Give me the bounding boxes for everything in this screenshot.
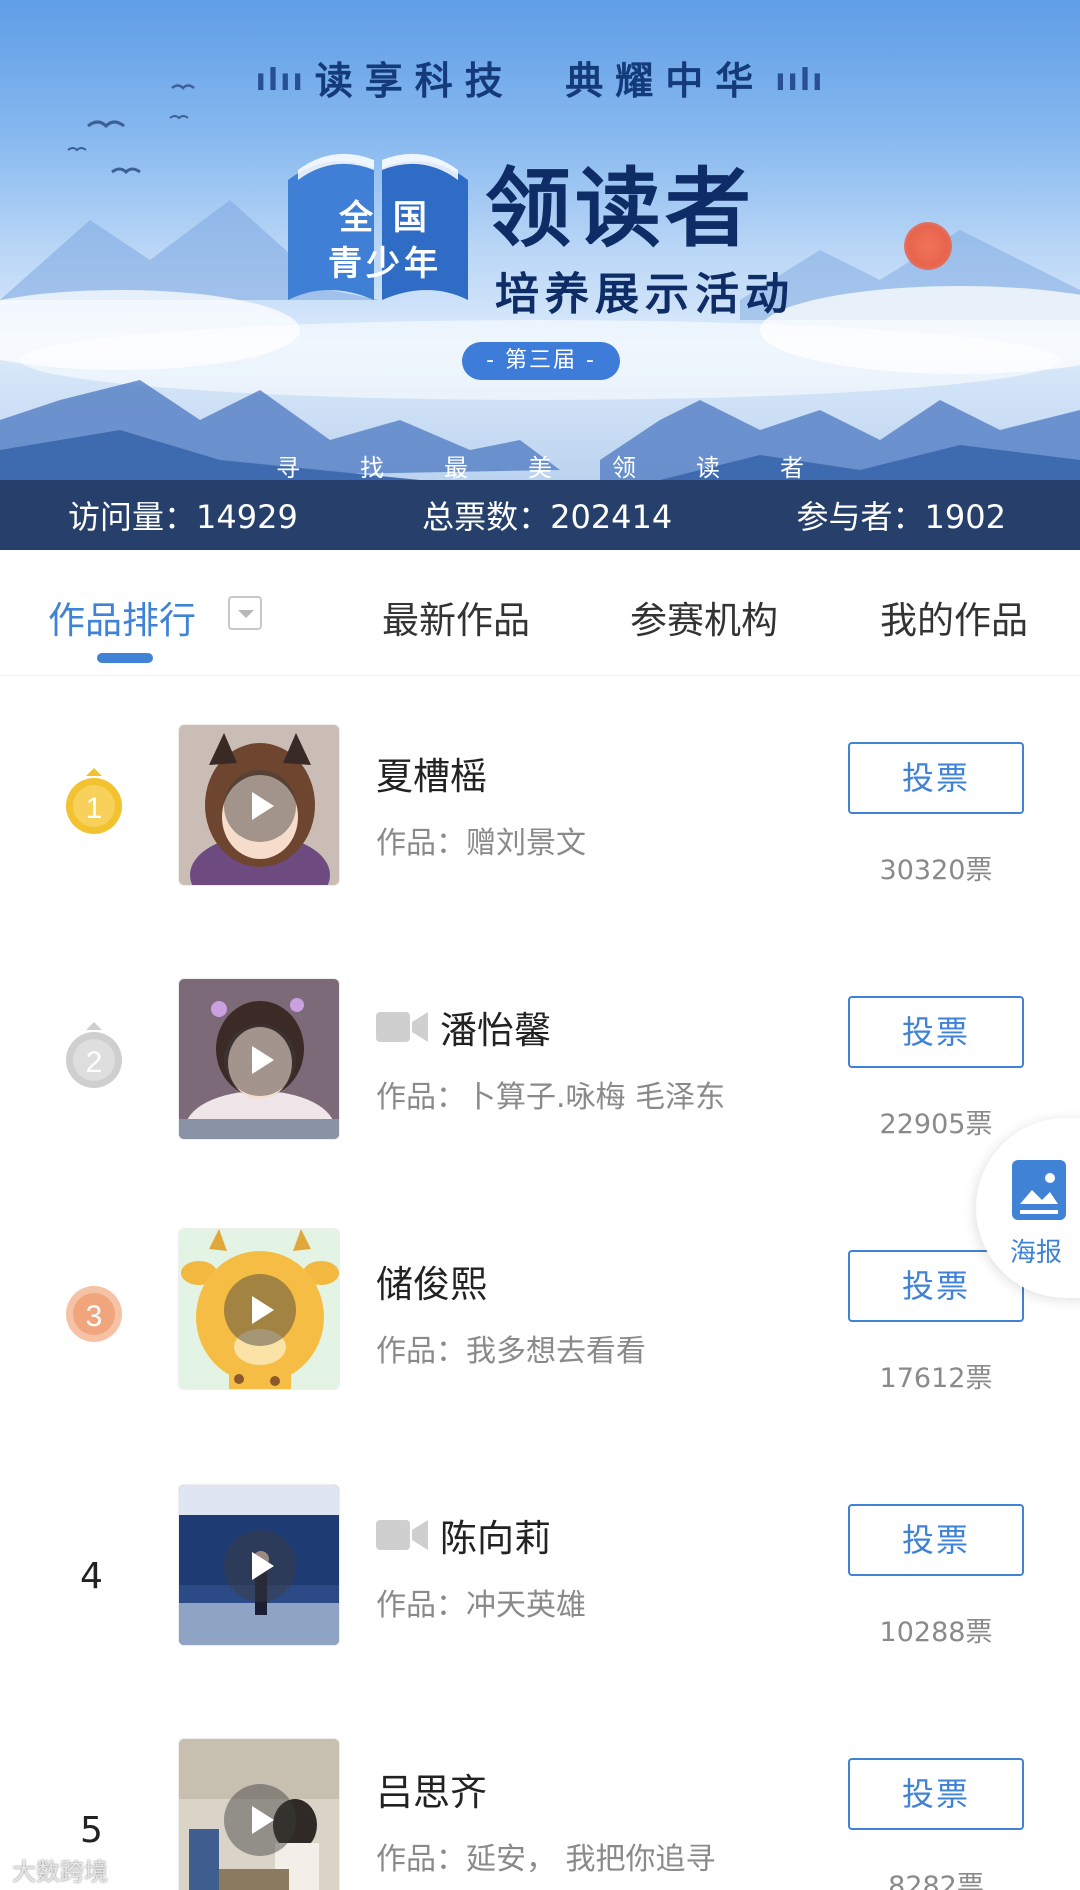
stats-bar: 访问量：14929 总票数：202414 参与者：1902 (0, 480, 1080, 550)
list-item[interactable]: 2 潘怡馨 作品：卜算子.咏梅 毛泽东 投票 22905票 (0, 930, 1080, 1184)
entry-name-text: 储俊熙 (376, 1263, 487, 1306)
entry-work-title: 作品：冲天英雄 (376, 1588, 586, 1623)
vote-button[interactable]: 投票 (848, 742, 1024, 814)
rank-number: 4 (80, 1556, 103, 1597)
sound-wave-icon: ıılı (775, 63, 825, 98)
vote-count: 8282票 (888, 1871, 984, 1890)
book-line-2: 青少年 (328, 244, 442, 284)
chevron-down-icon[interactable] (228, 596, 262, 630)
motto-char: 寻 (276, 454, 300, 480)
sun-decoration (904, 222, 952, 270)
entry-work-title: 作品：赠刘景文 (376, 826, 586, 861)
banner-subtitle: 培养展示活动 (495, 269, 795, 320)
play-icon[interactable] (224, 1784, 296, 1856)
entry-thumbnail[interactable] (178, 1738, 340, 1890)
motto-char: 者 (780, 454, 804, 480)
total-votes-count: 总票数：202414 (422, 498, 673, 536)
vote-count: 22905票 (879, 1109, 993, 1140)
tab-my-works[interactable]: 我的作品 (880, 590, 1028, 644)
participants-count: 参与者：1902 (796, 498, 1006, 536)
entry-name: 潘怡馨 (376, 1000, 551, 1054)
entry-name: 陈向莉 (376, 1508, 551, 1562)
play-icon[interactable] (224, 1024, 296, 1096)
slogan-right: 典耀中华 (565, 59, 766, 103)
slogan-left: 读享科技 (314, 59, 515, 103)
bronze-medal-icon: 3 (66, 1286, 122, 1342)
motto-char: 美 (528, 454, 552, 480)
video-camera-icon (376, 1520, 428, 1550)
entry-thumbnail[interactable] (178, 1228, 340, 1390)
motto-char: 读 (696, 454, 720, 480)
vote-count: 10288票 (879, 1617, 993, 1648)
banner-motto: 寻 找 最 美 领 读 者 (0, 448, 1080, 480)
watermark: 大数跨境 (12, 1858, 108, 1886)
tab-bar: 作品排行 最新作品 参赛机构 我的作品 (0, 550, 1080, 676)
entry-work-title: 作品：延安， 我把你追寻 (376, 1842, 716, 1877)
entry-work-title: 作品：卜算子.咏梅 毛泽东 (376, 1080, 726, 1115)
entry-thumbnail[interactable] (178, 1484, 340, 1646)
entry-name: 夏槽榣 (376, 746, 487, 800)
visits-count: 访问量：14929 (68, 498, 298, 536)
poster-image-icon (1012, 1160, 1066, 1220)
vote-count: 17612票 (879, 1363, 993, 1394)
rank-number: 2 (86, 1046, 103, 1079)
banner-title: 领读者 (485, 158, 755, 259)
tab-ranking[interactable]: 作品排行 (48, 590, 196, 644)
entry-thumbnail[interactable] (178, 724, 340, 886)
play-icon[interactable] (224, 1530, 296, 1602)
tab-active-indicator (97, 653, 153, 663)
edition-badge: - 第三届 - (462, 342, 620, 380)
rank-number: 1 (86, 792, 103, 825)
entry-name-text: 潘怡馨 (440, 1009, 551, 1052)
poster-label: 海报 (1010, 1238, 1063, 1268)
gold-medal-icon: 1 (66, 768, 122, 834)
entry-work-title: 作品：我多想去看看 (376, 1334, 646, 1369)
entry-name: 吕思齐 (376, 1762, 487, 1816)
vote-count: 30320票 (879, 855, 993, 886)
list-item[interactable]: 3 储俊熙 作品：我多想去看看 投票 17612票 (0, 1184, 1080, 1438)
list-item[interactable]: 1 夏槽榣 作品：赠刘景文 投票 30320票 (0, 676, 1080, 930)
play-icon[interactable] (224, 1274, 296, 1346)
motto-char: 最 (444, 454, 468, 480)
entry-name-text: 吕思齐 (376, 1771, 487, 1814)
book-line-1: 全 国 (339, 198, 431, 238)
motto-char: 找 (360, 454, 384, 480)
vote-button[interactable]: 投票 (848, 1758, 1024, 1830)
book-label: 全 国 青少年 (300, 195, 470, 287)
entry-thumbnail[interactable] (178, 978, 340, 1140)
vote-button[interactable]: 投票 (848, 1504, 1024, 1576)
vote-button[interactable]: 投票 (848, 996, 1024, 1068)
motto-char: 领 (612, 454, 636, 480)
entry-name-text: 陈向莉 (440, 1517, 551, 1560)
sound-wave-icon: ılıı (255, 63, 305, 98)
play-icon[interactable] (224, 770, 296, 842)
tab-institutions[interactable]: 参赛机构 (630, 590, 778, 644)
rank-number: 3 (86, 1300, 103, 1333)
video-camera-icon (376, 1012, 428, 1042)
list-item[interactable]: 5 吕思齐 作品：延安， 我把你追寻 投票 8282票 (0, 1692, 1080, 1890)
silver-medal-icon: 2 (66, 1022, 122, 1088)
entry-name: 储俊熙 (376, 1254, 487, 1308)
banner-slogan: ılıı 读享科技 典耀中华 ıılı (0, 50, 1080, 105)
entry-name-text: 夏槽榣 (376, 755, 487, 798)
rank-number: 5 (80, 1810, 103, 1851)
activity-banner: ılıı 读享科技 典耀中华 ıılı 全 国 青少年 领读者 培养展示活动 - 第… (0, 0, 1080, 480)
list-item[interactable]: 4 陈向莉 作品：冲天英雄 投票 10288票 (0, 1438, 1080, 1692)
tab-latest[interactable]: 最新作品 (382, 590, 530, 644)
